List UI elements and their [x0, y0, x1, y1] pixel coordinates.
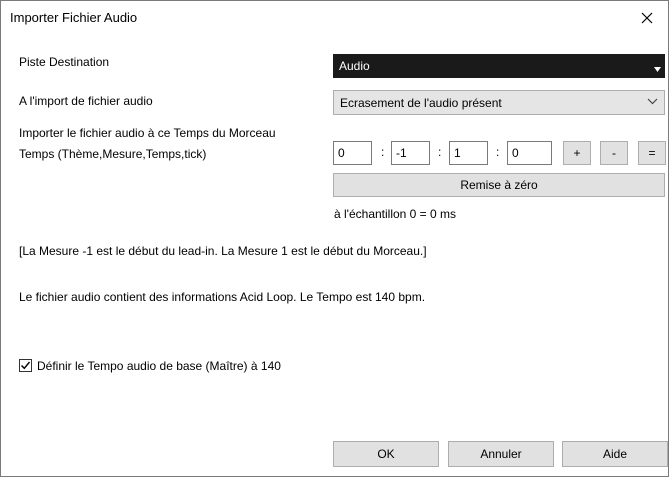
- position-label: Temps (Thème,Mesure,Temps,tick): [19, 147, 207, 161]
- cancel-button[interactable]: Annuler: [448, 441, 554, 467]
- field-separator: :: [496, 145, 500, 159]
- tick-field[interactable]: 0: [507, 141, 552, 165]
- close-button[interactable]: [627, 3, 667, 33]
- dest-track-value: Audio: [339, 59, 370, 73]
- dest-track-select[interactable]: Audio: [333, 54, 665, 78]
- position-heading: Importer le fichier audio à ce Temps du …: [19, 126, 276, 140]
- acid-loop-info-text: Le fichier audio contient des informatio…: [19, 290, 426, 304]
- dialog-title: Importer Fichier Audio: [10, 10, 138, 25]
- import-mode-label: A l'import de fichier audio: [19, 94, 153, 108]
- ok-button[interactable]: OK: [333, 441, 439, 467]
- close-icon: [641, 12, 653, 24]
- field-separator: :: [381, 145, 385, 159]
- dropdown-arrow-icon: [654, 67, 661, 72]
- title-bar: Importer Fichier Audio: [1, 1, 668, 35]
- equals-button[interactable]: =: [638, 141, 666, 165]
- section-field[interactable]: 0: [333, 141, 372, 165]
- beat-field[interactable]: 1: [449, 141, 488, 165]
- import-mode-value: Ecrasement de l'audio présent: [340, 96, 502, 110]
- chevron-down-icon: [647, 98, 658, 105]
- sample-position-text: à l'échantillon 0 = 0 ms: [334, 207, 457, 221]
- minus-button[interactable]: -: [600, 141, 628, 165]
- master-tempo-label: Définir le Tempo audio de base (Maître) …: [37, 359, 281, 373]
- reset-button[interactable]: Remise à zéro: [333, 173, 665, 197]
- bar-info-text: [La Mesure -1 est le début du lead-in. L…: [19, 244, 427, 258]
- master-tempo-checkbox[interactable]: [19, 359, 32, 372]
- dest-track-label: Piste Destination: [19, 55, 110, 69]
- help-button[interactable]: Aide: [562, 441, 668, 467]
- import-mode-select[interactable]: Ecrasement de l'audio présent: [333, 90, 665, 115]
- bar-field[interactable]: -1: [391, 141, 430, 165]
- field-separator: :: [438, 145, 442, 159]
- checkmark-icon: [21, 361, 31, 370]
- import-audio-dialog: Importer Fichier Audio Piste Destination…: [0, 0, 669, 477]
- plus-button[interactable]: +: [563, 141, 591, 165]
